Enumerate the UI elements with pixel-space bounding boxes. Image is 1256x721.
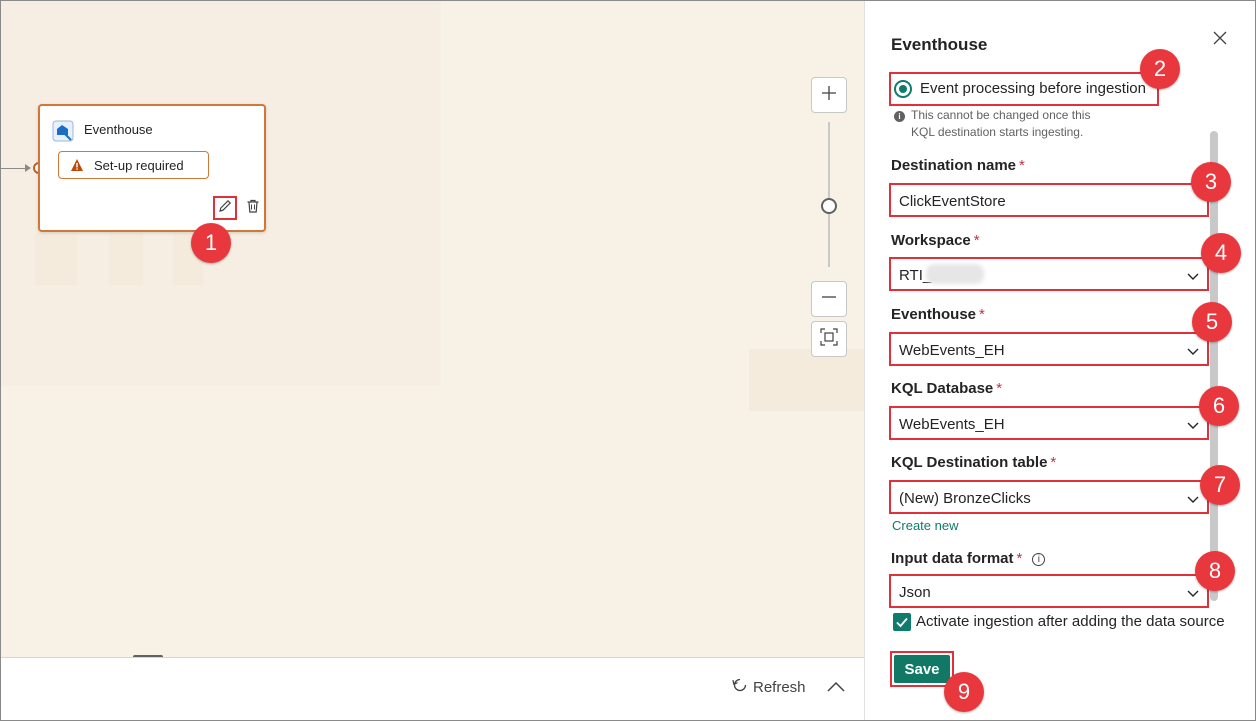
connector-arrow-icon [25, 164, 31, 172]
fit-to-view-button[interactable] [811, 321, 847, 357]
input-format-label: Input data format * i [891, 550, 1046, 567]
collapse-button[interactable] [825, 676, 847, 698]
required-mark: * [979, 306, 985, 323]
create-new-link[interactable]: Create new [892, 518, 958, 533]
callout-badge: 5 [1192, 302, 1232, 342]
zoom-in-button[interactable] [811, 77, 847, 113]
delete-node-button[interactable] [241, 196, 265, 220]
label-text: Input data format [891, 550, 1014, 567]
mode-radio-label[interactable]: Event processing before ingestion [920, 80, 1146, 97]
panel-title: Eventhouse [891, 35, 988, 54]
redacted-text [926, 264, 984, 284]
mode-note: This cannot be changed once this KQL des… [911, 108, 1091, 139]
canvas-ghost-block [109, 233, 143, 285]
kql-database-label: KQL Database * [891, 380, 1002, 397]
callout-badge: 6 [1199, 386, 1239, 426]
callout-badge: 3 [1191, 162, 1231, 202]
field-value: WebEvents_EH [899, 342, 1005, 359]
chevron-down-icon [1187, 269, 1199, 281]
eventhouse-label: Eventhouse * [891, 306, 985, 323]
callout-badge: 7 [1200, 465, 1240, 505]
zoom-slider-track[interactable] [828, 122, 830, 267]
input-format-dropdown[interactable]: Json [889, 574, 1209, 608]
warning-icon [70, 158, 84, 172]
fit-view-icon [820, 327, 838, 351]
canvas-ghost-block [35, 233, 77, 285]
activate-ingestion-label[interactable]: Activate ingestion after adding the data… [916, 613, 1225, 630]
label-text: Eventhouse [891, 306, 977, 323]
callout-badge: 1 [191, 223, 231, 263]
kql-table-dropdown[interactable]: (New) BronzeClicks [889, 480, 1209, 514]
callout-badge: 4 [1201, 233, 1241, 273]
minus-icon [821, 289, 837, 310]
refresh-icon [731, 676, 749, 698]
chevron-down-icon [1187, 344, 1199, 356]
setup-required-text: Set-up required [94, 158, 184, 173]
zoom-out-button[interactable] [811, 281, 847, 317]
destination-name-label: Destination name * [891, 157, 1025, 174]
required-mark: * [996, 380, 1003, 397]
callout-badge: 8 [1195, 551, 1235, 591]
callout-badge: 9 [944, 672, 984, 712]
eventhouse-node[interactable]: Eventhouse Set-up required [38, 104, 266, 232]
info-icon: i [894, 111, 905, 122]
checkmark-icon [896, 617, 908, 628]
label-text: Workspace [891, 232, 971, 249]
label-text: Destination name [891, 157, 1017, 174]
trash-icon [245, 198, 261, 219]
chevron-down-icon [1187, 586, 1199, 598]
info-icon[interactable]: i [1032, 553, 1046, 566]
eventhouse-dropdown[interactable]: WebEvents_EH [889, 332, 1209, 366]
eventhouse-icon [52, 120, 74, 142]
field-value: WebEvents_EH [899, 416, 1005, 433]
required-mark: * [1016, 550, 1023, 567]
chevron-up-icon [825, 681, 847, 702]
kql-database-dropdown[interactable]: WebEvents_EH [889, 406, 1209, 440]
setup-required-badge: Set-up required [58, 151, 209, 179]
mode-radio[interactable] [894, 80, 912, 98]
refresh-button[interactable]: Refresh [731, 677, 806, 697]
chevron-down-icon [1187, 418, 1199, 430]
required-mark: * [973, 232, 980, 249]
label-text: KQL Destination table [891, 454, 1048, 471]
required-mark: * [1050, 454, 1057, 471]
app-root: Eventhouse Set-up required Refresh Event… [0, 0, 1256, 721]
destination-name-input[interactable]: ClickEventStore [889, 183, 1209, 217]
save-button-label: Save [894, 655, 950, 683]
field-value: Json [899, 584, 931, 601]
activate-ingestion-checkbox[interactable] [893, 613, 911, 631]
node-title: Eventhouse [84, 122, 153, 137]
field-value: ClickEventStore [899, 193, 1006, 210]
close-icon[interactable] [1211, 29, 1229, 47]
label-text: KQL Database [891, 380, 994, 397]
refresh-label: Refresh [753, 678, 806, 696]
plus-icon [821, 85, 837, 106]
chevron-down-icon [1187, 492, 1199, 504]
canvas[interactable]: Eventhouse Set-up required [1, 1, 864, 657]
workspace-label: Workspace * [891, 232, 980, 249]
required-mark: * [1019, 157, 1025, 174]
pencil-icon [217, 198, 233, 219]
edit-node-button[interactable] [213, 196, 237, 220]
field-value: (New) BronzeClicks [899, 490, 1031, 507]
zoom-slider-thumb[interactable] [821, 198, 837, 214]
canvas-ghost-block [749, 349, 864, 411]
workspace-dropdown[interactable]: RTI_1 [889, 257, 1209, 291]
save-button[interactable]: Save [890, 651, 954, 687]
callout-badge: 2 [1140, 49, 1180, 89]
kql-table-label: KQL Destination table * [891, 454, 1056, 471]
